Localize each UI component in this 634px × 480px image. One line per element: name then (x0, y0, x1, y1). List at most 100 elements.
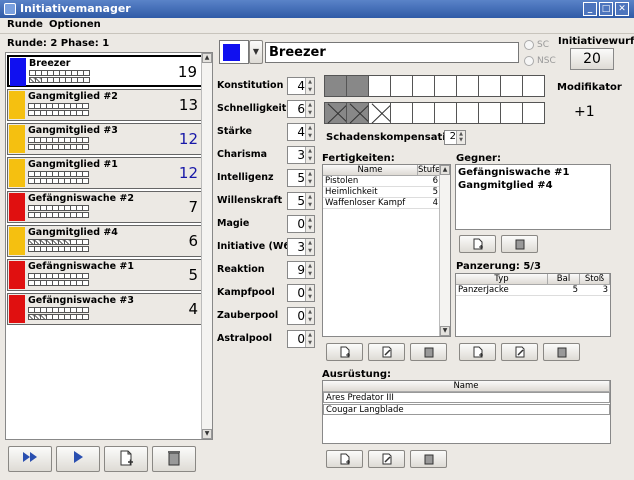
stun-monitor[interactable] (324, 75, 545, 97)
combatant-list[interactable]: Breezer 19 Gangmitglied #2 13 Gangmitglied #… (5, 52, 213, 440)
monitor-box[interactable] (324, 102, 347, 124)
combatant-card[interactable]: Gefängniswache #2 7 (7, 191, 203, 223)
spinner-arrows-icon[interactable]: ▲ ▼ (305, 239, 314, 255)
armor-header-typ[interactable]: Typ (456, 274, 548, 285)
color-dropdown-arrow-icon[interactable]: ▼ (249, 40, 263, 64)
monitor-box[interactable] (522, 75, 545, 97)
delete-equipment-button[interactable] (410, 450, 447, 468)
monitor-box[interactable] (500, 75, 523, 97)
armor-table[interactable]: Typ Bal Stoß PanzerJacke 5 3 (455, 273, 611, 337)
attribute-spinner[interactable]: 0 ▲ ▼ (287, 284, 315, 302)
spinner-arrows-icon[interactable]: ▲ ▼ (305, 262, 314, 278)
physical-monitor[interactable] (324, 102, 545, 124)
spinner-arrows-icon[interactable]: ▲ ▼ (305, 308, 314, 324)
spinner-arrows-icon[interactable]: ▲ ▼ (305, 285, 314, 301)
monitor-box[interactable] (478, 75, 501, 97)
equipment-header-name[interactable]: Name (323, 381, 610, 392)
table-row[interactable]: Pistolen 6 (323, 176, 440, 187)
list-scrollbar[interactable]: ▲ ▼ (201, 53, 212, 439)
monitor-box[interactable] (456, 102, 479, 124)
opponent-item[interactable]: Gangmitglied #4 (458, 180, 553, 191)
scroll-down-icon[interactable]: ▼ (202, 429, 212, 439)
next-turn-button[interactable] (56, 446, 100, 472)
attribute-spinner[interactable]: 5 ▲ ▼ (287, 169, 315, 187)
next-phase-button[interactable] (8, 446, 52, 472)
edit-armor-button[interactable] (501, 343, 538, 361)
attribute-spinner[interactable]: 3 ▲ ▼ (287, 238, 315, 256)
skills-table[interactable]: Name Stufe Pistolen 6 Heimlichkeit 5 Waffenl… (322, 164, 451, 337)
combatant-card[interactable]: Gefängniswache #1 5 (7, 259, 203, 291)
monitor-box[interactable] (434, 75, 457, 97)
name-field[interactable]: Breezer (265, 42, 519, 63)
scroll-up-icon[interactable]: ▲ (202, 53, 212, 63)
combatant-card[interactable]: Gefängniswache #3 4 (7, 293, 203, 325)
monitor-box[interactable] (346, 102, 369, 124)
monitor-box[interactable] (390, 102, 413, 124)
monitor-box[interactable] (456, 75, 479, 97)
spinner-arrows-icon[interactable]: ▲ ▼ (305, 193, 314, 209)
delete-skill-button[interactable] (410, 343, 447, 361)
menu-optionen[interactable]: Optionen (49, 19, 101, 30)
add-skill-button[interactable] (326, 343, 363, 361)
table-row[interactable]: Heimlichkeit 5 (323, 187, 440, 198)
combatant-card[interactable]: Gangmitglied #2 13 (7, 89, 203, 121)
table-row[interactable]: Waffenloser Kampf 4 (323, 198, 440, 209)
add-opponent-button[interactable] (459, 235, 496, 253)
schadenskompensation-spinner[interactable]: 2 ▲ ▼ (444, 130, 466, 145)
edit-skill-button[interactable] (368, 343, 405, 361)
delete-combatant-button[interactable] (152, 446, 196, 472)
monitor-box[interactable] (500, 102, 523, 124)
maximize-icon[interactable]: □ (599, 2, 613, 16)
sc-radio[interactable] (524, 40, 534, 50)
initiative-roll-value[interactable]: 20 (570, 48, 614, 70)
attribute-spinner[interactable]: 9 ▲ ▼ (287, 261, 315, 279)
table-row[interactable]: Cougar Langblade (323, 404, 610, 415)
color-picker[interactable] (219, 40, 249, 64)
edit-equipment-button[interactable] (368, 450, 405, 468)
skills-scrollbar[interactable]: ▲ ▼ (439, 165, 450, 336)
armor-header-stoss[interactable]: Stoß (580, 274, 610, 285)
monitor-box[interactable] (434, 102, 457, 124)
spinner-arrows-icon[interactable]: ▲ ▼ (305, 331, 314, 347)
attribute-spinner[interactable]: 0 ▲ ▼ (287, 307, 315, 325)
attribute-spinner[interactable]: 3 ▲ ▼ (287, 146, 315, 164)
skills-header-stufe[interactable]: Stufe (418, 165, 441, 176)
monitor-box[interactable] (412, 75, 435, 97)
spinner-arrows-icon[interactable]: ▲ ▼ (305, 216, 314, 232)
combatant-card[interactable]: Breezer 19 (7, 55, 203, 87)
equipment-table[interactable]: Name Ares Predator III Cougar Langblade (322, 380, 611, 444)
combatant-card[interactable]: Gangmitglied #1 12 (7, 157, 203, 189)
opponents-list[interactable]: Gefängniswache #1 Gangmitglied #4 (455, 164, 611, 230)
spinner-arrows-icon[interactable]: ▲ ▼ (305, 124, 314, 140)
skills-header-name[interactable]: Name (323, 165, 418, 176)
monitor-box[interactable] (324, 75, 347, 97)
attribute-spinner[interactable]: 5 ▲ ▼ (287, 192, 315, 210)
combatant-card[interactable]: Gangmitglied #3 12 (7, 123, 203, 155)
nsc-radio[interactable] (524, 56, 534, 66)
monitor-box[interactable] (390, 75, 413, 97)
spinner-arrows-icon[interactable]: ▲ ▼ (305, 170, 314, 186)
attribute-spinner[interactable]: 4 ▲ ▼ (287, 77, 315, 95)
table-row[interactable]: PanzerJacke 5 3 (456, 285, 610, 296)
monitor-box[interactable] (522, 102, 545, 124)
combatant-card[interactable]: Gangmitglied #4 6 (7, 225, 203, 257)
monitor-box[interactable] (478, 102, 501, 124)
spinner-arrows-icon[interactable]: ▲ ▼ (456, 131, 465, 144)
spinner-arrows-icon[interactable]: ▲ ▼ (305, 147, 314, 163)
spinner-arrows-icon[interactable]: ▲ ▼ (305, 78, 314, 94)
close-icon[interactable]: ✕ (615, 2, 629, 16)
add-equipment-button[interactable] (326, 450, 363, 468)
monitor-box[interactable] (346, 75, 369, 97)
add-armor-button[interactable] (459, 343, 496, 361)
delete-armor-button[interactable] (543, 343, 580, 361)
minimize-icon[interactable]: _ (583, 2, 597, 16)
add-combatant-button[interactable] (104, 446, 148, 472)
spinner-arrows-icon[interactable]: ▲ ▼ (305, 101, 314, 117)
menu-runde[interactable]: Runde (7, 19, 43, 30)
monitor-box[interactable] (368, 102, 391, 124)
attribute-spinner[interactable]: 6 ▲ ▼ (287, 100, 315, 118)
scroll-down-icon[interactable]: ▼ (440, 326, 450, 336)
scroll-up-icon[interactable]: ▲ (440, 165, 450, 175)
attribute-spinner[interactable]: 0 ▲ ▼ (287, 330, 315, 348)
table-row[interactable]: Ares Predator III (323, 392, 610, 403)
